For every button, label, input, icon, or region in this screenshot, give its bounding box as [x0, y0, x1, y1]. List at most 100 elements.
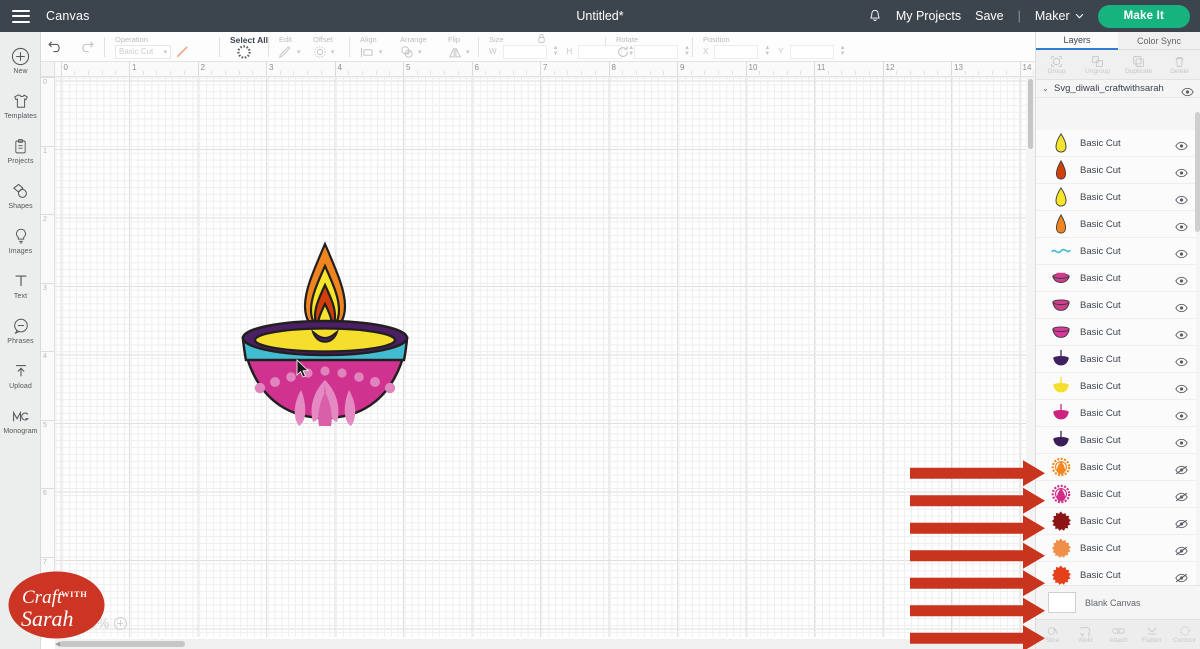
my-projects-link[interactable]: My Projects [896, 9, 961, 23]
sidebar-item-new[interactable]: New [0, 38, 41, 83]
eye-hidden-icon[interactable] [1175, 570, 1188, 583]
layer-row[interactable]: Basic Cut [1036, 130, 1196, 157]
weld-button[interactable]: Weld [1069, 620, 1102, 649]
width-stepper[interactable]: ▲ ▼ [553, 45, 559, 57]
align-icon[interactable] [360, 46, 375, 59]
arrange-layers-icon[interactable] [400, 45, 414, 59]
canvas-vertical-scrollbar[interactable] [1026, 77, 1035, 637]
rotate-input[interactable] [634, 44, 678, 59]
attach-button[interactable]: Attach [1102, 620, 1135, 649]
delete-button[interactable]: Delete [1159, 50, 1200, 79]
sidebar-item-shapes[interactable]: Shapes [0, 173, 41, 218]
layer-row[interactable]: Basic Cut [1036, 157, 1196, 184]
eye-hidden-icon[interactable] [1175, 462, 1188, 475]
slice-button[interactable]: Slice [1036, 620, 1069, 649]
tab-color-sync[interactable]: Color Sync [1118, 32, 1200, 50]
contour-button[interactable]: Contour [1168, 620, 1200, 649]
make-it-button[interactable]: Make It [1097, 4, 1190, 28]
notification-bell-icon[interactable] [868, 9, 882, 24]
layer-group-row[interactable]: ⌄ Svg_diwali_craftwithsarah [1036, 80, 1200, 98]
eye-hidden-icon[interactable] [1175, 489, 1188, 502]
layer-row[interactable]: Basic Cut [1036, 184, 1196, 211]
layer-row[interactable]: Basic Cut [1036, 508, 1196, 535]
layer-row[interactable]: Basic Cut [1036, 373, 1196, 400]
layer-row[interactable]: Basic Cut [1036, 400, 1196, 427]
position-y-stepper[interactable]: ▲ ▼ [840, 45, 846, 57]
layer-row[interactable]: Basic Cut [1036, 319, 1196, 346]
sidebar-item-images[interactable]: Images [0, 218, 41, 263]
eye-hidden-icon[interactable] [1175, 543, 1188, 556]
tab-layers[interactable]: Layers [1036, 32, 1118, 50]
ruler-tick-label: 4 [337, 63, 342, 72]
dotted-selection-icon[interactable] [237, 44, 251, 59]
eye-visible-icon[interactable] [1175, 354, 1188, 367]
ruler-tick [745, 62, 747, 76]
lock-icon[interactable] [537, 33, 546, 44]
layer-row[interactable]: Basic Cut [1036, 265, 1196, 292]
blank-canvas-row[interactable]: Blank Canvas [1036, 585, 1200, 619]
position-x-input[interactable] [714, 44, 759, 59]
eye-visible-icon[interactable] [1175, 165, 1188, 178]
zoom-in-icon[interactable] [113, 616, 127, 630]
layer-row[interactable]: Basic Cut [1036, 427, 1196, 454]
layer-row[interactable]: Basic Cut [1036, 346, 1196, 373]
chevron-down-icon[interactable]: ▾ [331, 48, 335, 56]
position-x-stepper[interactable]: ▲ ▼ [764, 45, 770, 57]
eye-visible-icon[interactable] [1175, 381, 1188, 394]
canvas-horizontal-scrollbar[interactable]: ◀ [55, 639, 1035, 649]
layer-row[interactable]: Basic Cut [1036, 292, 1196, 319]
chevron-down-icon[interactable]: ▾ [466, 48, 470, 56]
scrollbar-thumb[interactable] [1028, 79, 1033, 149]
sidebar-item-phrases[interactable]: Phrases [0, 308, 41, 353]
rotate-stepper[interactable]: ▲ ▼ [684, 45, 690, 57]
chevron-down-icon[interactable]: ▾ [297, 48, 301, 56]
eye-visible-icon[interactable] [1181, 84, 1194, 96]
toolbar-divider [692, 36, 693, 57]
eye-visible-icon[interactable] [1175, 408, 1188, 421]
group-button[interactable]: Group [1036, 50, 1077, 79]
sidebar-item-upload[interactable]: Upload [0, 353, 41, 398]
ungroup-button[interactable]: Ungroup [1077, 50, 1118, 79]
chevron-down-icon[interactable]: ▾ [379, 48, 383, 56]
diwali-diya-artwork[interactable] [235, 232, 415, 432]
layer-row[interactable]: Basic Cut [1036, 238, 1196, 265]
flip-icon[interactable] [448, 46, 462, 59]
blank-canvas-swatch[interactable] [1048, 592, 1076, 613]
chevron-down-icon[interactable]: ⌄ [1042, 84, 1050, 93]
save-button[interactable]: Save [975, 9, 1004, 23]
eye-visible-icon[interactable] [1175, 435, 1188, 448]
sidebar-item-text[interactable]: Text [0, 263, 41, 308]
eye-visible-icon[interactable] [1175, 273, 1188, 286]
design-canvas[interactable] [55, 77, 1035, 637]
sidebar-item-templates[interactable]: Templates [0, 83, 41, 128]
eye-visible-icon[interactable] [1175, 138, 1188, 151]
position-y-input[interactable] [789, 44, 834, 59]
duplicate-button[interactable]: Duplicate [1118, 50, 1159, 79]
scrollbar-thumb[interactable] [60, 641, 185, 647]
width-input[interactable] [502, 44, 547, 59]
eye-visible-icon[interactable] [1175, 300, 1188, 313]
undo-icon[interactable] [48, 40, 64, 53]
eye-visible-icon[interactable] [1175, 192, 1188, 205]
layer-row[interactable]: Basic Cut [1036, 481, 1196, 508]
hamburger-menu-icon[interactable] [12, 9, 30, 23]
sidebar-item-projects[interactable]: Projects [0, 128, 41, 173]
eye-visible-icon[interactable] [1175, 219, 1188, 232]
layer-row[interactable]: Basic Cut [1036, 211, 1196, 238]
eye-visible-icon[interactable] [1175, 246, 1188, 259]
flatten-button[interactable]: Flatten [1135, 620, 1168, 649]
sidebar-item-monogram[interactable]: Monogram [0, 398, 41, 443]
pencil-icon[interactable] [279, 45, 293, 59]
operation-select[interactable]: Basic Cut ▾ [115, 44, 171, 59]
pen-line-icon[interactable] [175, 45, 190, 59]
panel-scrollbar-thumb[interactable] [1195, 112, 1200, 232]
layer-row[interactable]: Basic Cut [1036, 535, 1196, 562]
eye-hidden-icon[interactable] [1175, 516, 1188, 529]
eye-visible-icon[interactable] [1175, 327, 1188, 340]
redo-icon[interactable] [78, 40, 94, 53]
chevron-down-icon[interactable]: ▾ [418, 48, 422, 56]
machine-selector[interactable]: Maker [1035, 9, 1084, 23]
layer-row[interactable]: Basic Cut [1036, 454, 1196, 481]
rotate-icon[interactable] [616, 45, 630, 59]
offset-gear-icon[interactable] [313, 45, 327, 59]
